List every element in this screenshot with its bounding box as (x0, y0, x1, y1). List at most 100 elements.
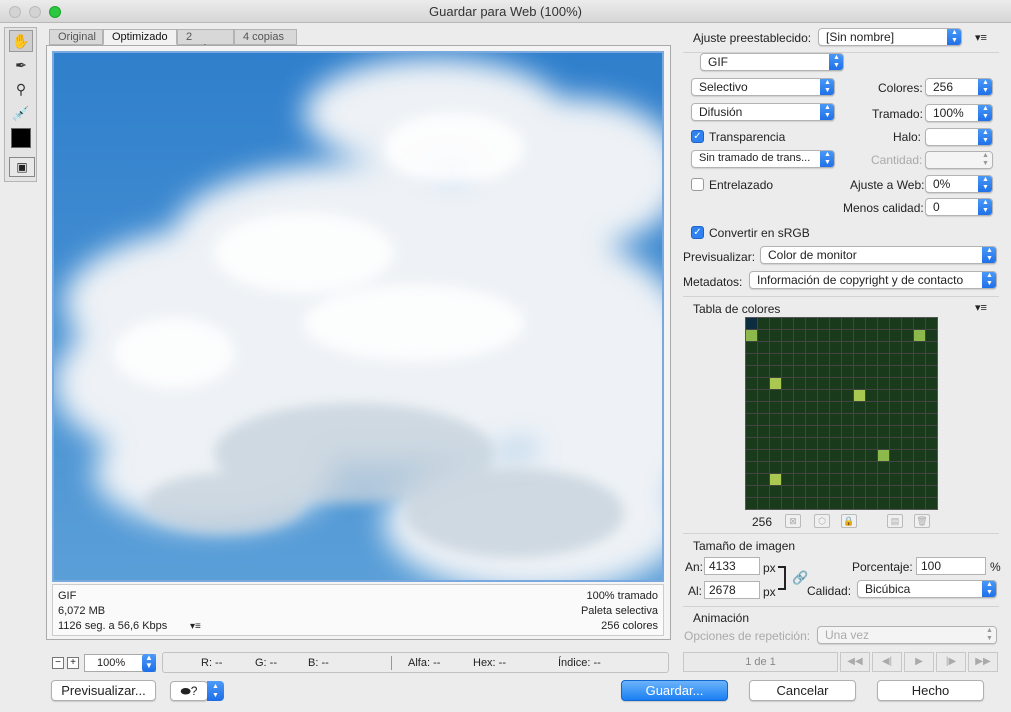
trash-icon[interactable]: 🗑 (914, 514, 930, 528)
color-swatch[interactable] (770, 426, 781, 437)
color-swatch[interactable] (746, 426, 757, 437)
color-swatch[interactable] (902, 414, 913, 425)
tab-4-up[interactable]: 4 copias (234, 29, 297, 45)
color-swatch[interactable] (842, 366, 853, 377)
metadata-select[interactable]: Información de copyright y de contacto ▲ ▼ (749, 271, 997, 289)
toggle-slices-icon[interactable]: ▣ (9, 157, 35, 177)
color-swatch[interactable] (818, 462, 829, 473)
color-swatch[interactable] (758, 438, 769, 449)
color-swatch[interactable] (854, 498, 865, 509)
color-swatch[interactable] (866, 498, 877, 509)
percent-input[interactable]: 100 (916, 557, 986, 575)
color-swatch[interactable] (878, 318, 889, 329)
color-swatch[interactable] (758, 366, 769, 377)
color-swatch[interactable] (746, 486, 757, 497)
color-swatch[interactable] (854, 474, 865, 485)
color-swatch[interactable] (746, 402, 757, 413)
color-swatch[interactable] (806, 450, 817, 461)
color-swatch[interactable] (794, 330, 805, 341)
color-swatch[interactable] (746, 330, 757, 341)
color-swatch[interactable] (854, 354, 865, 365)
browser-menu-stepper-icon[interactable]: ▲ ▼ (207, 681, 224, 701)
color-swatch[interactable] (758, 342, 769, 353)
color-swatch[interactable] (926, 462, 937, 473)
color-swatch[interactable] (914, 438, 925, 449)
color-swatch[interactable] (926, 390, 937, 401)
color-swatch[interactable] (746, 378, 757, 389)
colors-combo[interactable]: 256 ▲ ▼ (925, 78, 993, 96)
color-swatch[interactable] (914, 450, 925, 461)
color-swatch[interactable] (818, 414, 829, 425)
color-swatch[interactable] (890, 330, 901, 341)
color-swatch[interactable] (794, 438, 805, 449)
color-swatch[interactable] (830, 474, 841, 485)
color-swatch[interactable] (842, 330, 853, 341)
color-swatch[interactable] (842, 438, 853, 449)
zoom-out-button[interactable]: − (52, 657, 64, 669)
web-shift-icon[interactable]: ⬡ (814, 514, 830, 528)
dither-algorithm-select[interactable]: Difusión ▲ ▼ (691, 103, 835, 121)
color-swatch[interactable] (902, 474, 913, 485)
color-swatch[interactable] (830, 486, 841, 497)
color-swatch[interactable] (818, 390, 829, 401)
color-swatch[interactable] (914, 366, 925, 377)
color-swatch[interactable] (878, 330, 889, 341)
color-swatch[interactable] (878, 402, 889, 413)
color-swatch[interactable] (818, 474, 829, 485)
color-swatch[interactable] (890, 426, 901, 437)
color-swatch[interactable] (866, 450, 877, 461)
color-swatch[interactable] (830, 330, 841, 341)
color-swatch[interactable] (914, 354, 925, 365)
color-swatch[interactable] (854, 450, 865, 461)
color-swatch[interactable] (926, 414, 937, 425)
color-swatch[interactable] (890, 378, 901, 389)
zoom-stepper-icon[interactable]: ▲ ▼ (142, 654, 156, 672)
optimize-menu-icon[interactable]: ▾≡ (975, 31, 987, 44)
color-swatch[interactable] (914, 318, 925, 329)
color-swatch[interactable] (902, 486, 913, 497)
color-swatch[interactable] (902, 366, 913, 377)
color-swatch[interactable] (878, 414, 889, 425)
color-swatch[interactable] (782, 486, 793, 497)
interlaced-checkbox[interactable] (691, 178, 704, 191)
preview-button[interactable]: Previsualizar... (51, 680, 156, 701)
width-input[interactable]: 4133 (704, 557, 760, 575)
color-swatch[interactable] (902, 426, 913, 437)
color-swatch[interactable] (878, 438, 889, 449)
color-swatch[interactable] (890, 402, 901, 413)
color-swatch[interactable] (806, 366, 817, 377)
color-swatch[interactable] (854, 486, 865, 497)
color-swatch[interactable] (842, 342, 853, 353)
color-swatch[interactable] (842, 414, 853, 425)
color-swatch[interactable] (830, 426, 841, 437)
color-swatch[interactable] (926, 354, 937, 365)
color-swatch[interactable] (770, 318, 781, 329)
color-swatch[interactable] (758, 330, 769, 341)
matte-select[interactable]: ▲ ▼ (925, 128, 993, 146)
color-swatch[interactable] (806, 414, 817, 425)
color-swatch[interactable] (854, 330, 865, 341)
download-speed-menu-icon[interactable]: ▾≡ (190, 619, 201, 634)
color-swatch[interactable] (926, 426, 937, 437)
color-swatch[interactable] (926, 498, 937, 509)
color-swatch[interactable] (926, 402, 937, 413)
color-swatch[interactable] (902, 450, 913, 461)
color-swatch[interactable] (746, 498, 757, 509)
color-swatch[interactable] (758, 450, 769, 461)
color-swatch[interactable] (818, 330, 829, 341)
eyedropper-tool-icon[interactable]: 💉 (9, 102, 33, 124)
tab-optimized[interactable]: Optimizado (103, 29, 177, 45)
color-swatch[interactable] (830, 414, 841, 425)
zoom-tool-icon[interactable]: ⚲ (9, 78, 33, 100)
color-swatch[interactable] (854, 438, 865, 449)
color-swatch[interactable] (806, 426, 817, 437)
color-swatch[interactable] (866, 330, 877, 341)
color-swatch[interactable] (902, 498, 913, 509)
color-swatch[interactable] (758, 402, 769, 413)
preset-select[interactable]: [Sin nombre] ▲ ▼ (818, 28, 962, 46)
color-swatch[interactable] (782, 330, 793, 341)
color-swatch[interactable] (794, 366, 805, 377)
color-swatch[interactable] (770, 330, 781, 341)
color-swatch[interactable] (818, 450, 829, 461)
save-button[interactable]: Guardar... (621, 680, 728, 701)
